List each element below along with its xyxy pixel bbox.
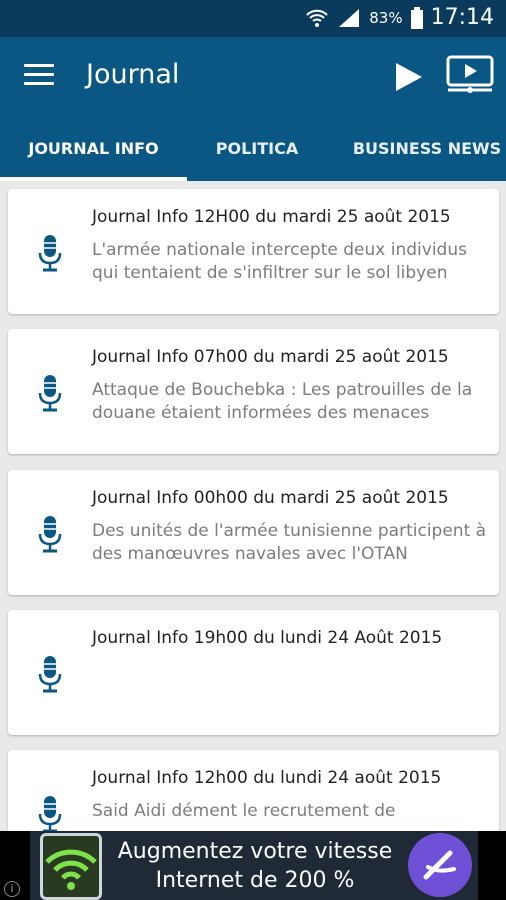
list-item[interactable]: Journal Info 07h00 du mardi 25 août 2015… [8,329,499,454]
list-item[interactable]: Journal Info 12h00 du lundi 24 août 2015… [8,750,499,831]
play-icon[interactable] [390,59,426,95]
list-item[interactable]: Journal Info 12H00 du mardi 25 août 2015… [8,189,499,314]
item-summary: Des unités de l'armée tunisienne partici… [92,521,487,564]
ad-line-2: Internet de 200 % [155,868,355,893]
microphone-icon [38,375,62,412]
item-title: Journal Info 12h00 du lundi 24 août 2015 [92,768,442,788]
item-title: Journal Info 07h00 du mardi 25 août 2015 [92,347,449,367]
ad-content[interactable]: Augmentez votre vitesse Internet de 200 … [30,831,478,900]
app-bar: Journal [0,37,506,117]
ad-line-1: Augmentez votre vitesse [117,839,393,864]
wifi-icon [45,849,97,890]
microphone-icon [38,516,62,553]
tab-bar: JOURNAL INFO POLITICA BUSINESS NEWS [0,117,506,181]
clock: 17:14 [430,5,494,30]
tab-journal-info[interactable]: JOURNAL INFO [0,117,187,181]
ad-banner[interactable]: Augmentez votre vitesse Internet de 200 … [0,831,506,900]
item-summary: Said Aidi dément le recrutement de [92,801,396,821]
item-summary: L'armée nationale intercepte deux indivi… [92,240,467,283]
news-list[interactable]: Journal Info 12H00 du mardi 25 août 2015… [0,181,506,831]
status-bar: 83% 17:14 [0,0,506,37]
microphone-icon [38,235,62,272]
tab-business-news[interactable]: BUSINESS NEWS [327,117,506,181]
microphone-icon [38,796,62,831]
tab-politica[interactable]: POLITICA [187,117,327,181]
app-title: Journal [86,59,180,90]
ad-text: Augmentez votre vitesse Internet de 200 … [110,837,400,895]
wifi-icon [306,9,328,27]
list-item[interactable]: Journal Info 19h00 du lundi 24 Août 2015 [8,610,499,735]
ad-logo-icon [408,833,472,897]
list-item[interactable]: Journal Info 00h00 du mardi 25 août 2015… [8,470,499,595]
item-title: Journal Info 19h00 du lundi 24 Août 2015 [92,628,443,648]
status-icons: 83% 17:14 [305,5,494,30]
item-title: Journal Info 00h00 du mardi 25 août 2015 [92,488,449,508]
microphone-icon [38,656,62,693]
battery-level: 83% [369,8,403,27]
item-summary: Attaque de Bouchebka : Les patrouilles d… [92,380,473,423]
video-playlist-icon[interactable] [444,55,496,95]
signal-icon [339,8,360,27]
battery-icon [410,6,423,29]
item-title: Journal Info 12H00 du mardi 25 août 2015 [92,207,451,227]
ad-info-icon[interactable]: i [4,881,20,897]
ad-phone-image [40,833,102,900]
menu-icon[interactable] [24,64,54,88]
